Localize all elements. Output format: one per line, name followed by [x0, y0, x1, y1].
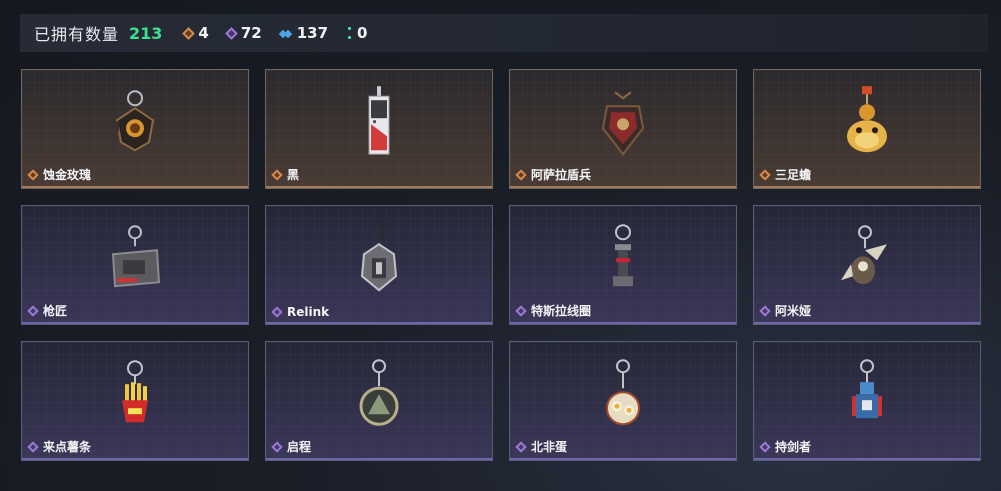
stat-blue: 137: [280, 24, 328, 42]
charm-card[interactable]: 蚀金玫瑰: [21, 69, 249, 189]
owned-label: 已拥有数量: [34, 25, 120, 44]
stat-purple-value: 72: [240, 24, 262, 42]
three-legged-toad-charm-icon: [847, 86, 887, 153]
tesla-coil-charm-icon: [613, 224, 633, 287]
charm-grid: 蚀金玫瑰 黑 阿萨拉盾兵 三足蟾 枪匠 Relink 特斯拉线圈 阿米娅 来点薯…: [21, 69, 981, 461]
charm-name: 持剑者: [775, 440, 812, 454]
purple-diamond-icon: [759, 440, 771, 453]
shield-soldier-charm-icon: [601, 91, 645, 156]
card-tag-charm-icon: [368, 86, 390, 155]
owned-summary-bar: 已拥有数量 213 4 72 137 0: [20, 14, 988, 52]
orange-diamond-icon: [182, 26, 196, 40]
amiya-rabbit-charm-icon: [841, 225, 887, 285]
purple-diamond-icon: [27, 440, 39, 453]
swordbearer-figure-charm-icon: [852, 359, 882, 419]
charm-name: 启程: [287, 440, 312, 454]
charm-card[interactable]: 枪匠: [21, 205, 249, 325]
owned-count: 213: [129, 23, 163, 43]
charm-card[interactable]: 阿米娅: [753, 205, 981, 325]
charm-card[interactable]: 黑: [265, 69, 493, 189]
charm-name: 蚀金玫瑰: [43, 168, 92, 182]
stat-purple: 72: [224, 24, 262, 42]
shakshuka-plate-charm-icon: [606, 359, 640, 426]
purple-diamond-icon: [759, 304, 771, 317]
charm-name: 黑: [287, 168, 300, 182]
stat-orange-value: 4: [198, 24, 209, 42]
charm-card[interactable]: 北非蛋: [509, 341, 737, 461]
charm-card[interactable]: Relink: [265, 205, 493, 325]
purple-diamond-icon: [271, 306, 283, 318]
stat-teal-value: 0: [357, 24, 368, 42]
purple-diamond-icon: [271, 440, 283, 453]
charm-name: 阿米娅: [775, 304, 812, 318]
charm-name: 枪匠: [43, 304, 68, 318]
charm-card[interactable]: 阿萨拉盾兵: [509, 69, 737, 189]
charm-name: 阿萨拉盾兵: [531, 168, 592, 182]
purple-diamond-icon: [515, 440, 527, 453]
charm-card[interactable]: 持剑者: [753, 341, 981, 461]
blue-chevron-icon: [280, 28, 292, 38]
fries-charm-icon: [122, 360, 148, 423]
relink-shell-charm-icon: [360, 222, 398, 292]
purple-diamond-icon: [27, 304, 39, 317]
charm-name: 三足蟾: [775, 168, 812, 182]
charm-name: 北非蛋: [531, 440, 568, 454]
charm-name: 来点薯条: [43, 440, 92, 454]
stat-orange: 4: [182, 24, 209, 42]
orange-diamond-icon: [271, 168, 283, 181]
purple-diamond-icon: [224, 26, 238, 40]
gunsmith-box-charm-icon: [111, 225, 161, 288]
orange-diamond-icon: [27, 168, 39, 181]
charm-name: Relink: [287, 305, 330, 319]
charm-card[interactable]: 三足蟾: [753, 69, 981, 189]
orange-diamond-icon: [759, 168, 771, 181]
charm-name: 特斯拉线圈: [531, 304, 592, 318]
charm-card[interactable]: 来点薯条: [21, 341, 249, 461]
teal-dots-icon: [346, 27, 352, 39]
stat-teal: 0: [346, 24, 367, 42]
departure-medal-charm-icon: [359, 359, 399, 426]
orange-diamond-icon: [515, 168, 527, 181]
purple-diamond-icon: [515, 304, 527, 317]
charm-card[interactable]: 特斯拉线圈: [509, 205, 737, 325]
stat-blue-value: 137: [296, 24, 329, 42]
rose-pendant-charm-icon: [113, 90, 155, 152]
charm-card[interactable]: 启程: [265, 341, 493, 461]
